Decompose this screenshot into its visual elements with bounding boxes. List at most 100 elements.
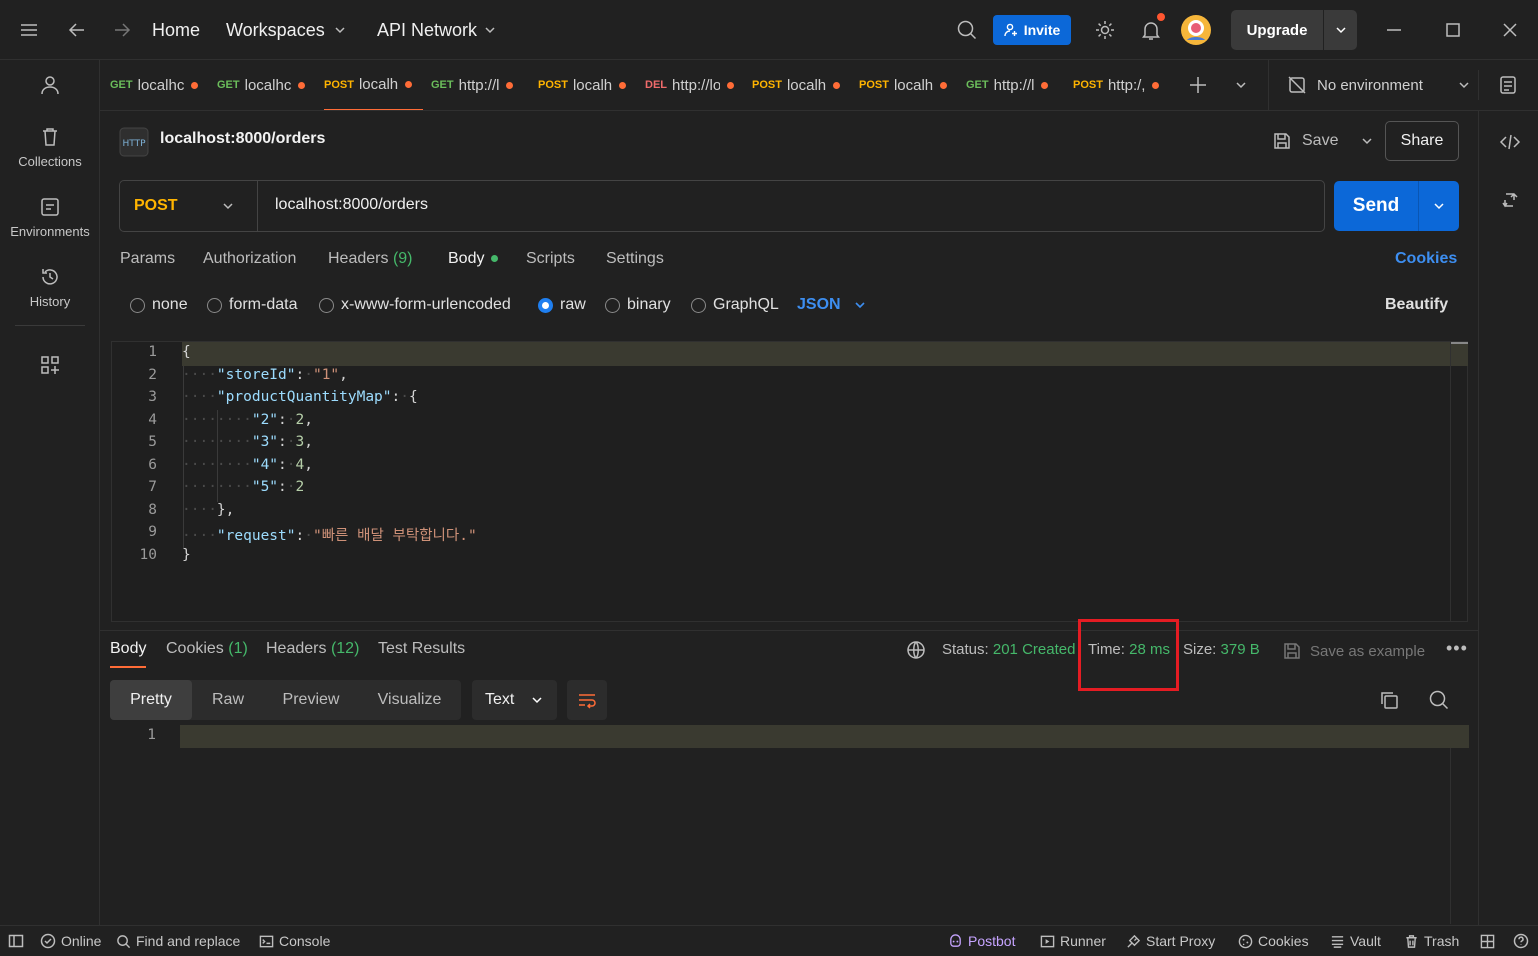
tabs-overflow-chevron-icon[interactable]	[1234, 78, 1248, 92]
save-as-example-button[interactable]: Save as example	[1282, 641, 1425, 661]
toggle-sidebar-icon[interactable]	[8, 926, 24, 956]
maximize-icon[interactable]	[1444, 0, 1462, 60]
json-key: "2"	[251, 412, 279, 428]
tab-body[interactable]: Body	[448, 250, 498, 268]
tab-params[interactable]: Params	[120, 250, 175, 268]
console-button[interactable]: Console	[259, 926, 330, 956]
gear-icon[interactable]	[1094, 0, 1116, 60]
new-tab-plus-icon[interactable]	[1188, 75, 1208, 95]
response-tab-test-results[interactable]: Test Results	[378, 640, 465, 658]
sidebar-item-collections[interactable]: Collections	[0, 126, 100, 169]
request-tab[interactable]: DEL http://lo	[645, 60, 744, 110]
code-line: ········"3":·3,	[182, 434, 313, 450]
tab-method: POST	[1073, 79, 1103, 91]
online-status[interactable]: Online	[40, 926, 101, 956]
tab-authorization[interactable]: Authorization	[203, 250, 296, 268]
request-tab[interactable]: POST localh	[324, 60, 423, 110]
trash-can-icon	[43, 128, 57, 146]
radio-graphql[interactable]: GraphQL	[691, 296, 779, 314]
request-tab[interactable]: POST localh	[752, 60, 851, 110]
request-tab[interactable]: GET http://l	[966, 60, 1065, 110]
response-tab-headers[interactable]: Headers (12)	[266, 640, 359, 658]
runner-button[interactable]: Runner	[1040, 926, 1106, 956]
search-icon[interactable]	[956, 0, 978, 60]
request-tab[interactable]: GET localhc	[217, 60, 316, 110]
forward-arrow-icon[interactable]	[111, 0, 133, 60]
view-raw[interactable]: Raw	[192, 680, 264, 720]
home-link[interactable]: Home	[152, 0, 200, 60]
upgrade-button[interactable]: Upgrade	[1231, 10, 1357, 50]
postbot-button[interactable]: Postbot	[948, 926, 1015, 956]
send-button[interactable]: Send	[1334, 181, 1459, 231]
cookies-link[interactable]: Cookies	[1395, 250, 1457, 268]
save-button[interactable]: Save	[1272, 124, 1374, 158]
api-network-menu[interactable]: API Network	[377, 0, 497, 60]
radio-binary[interactable]: binary	[605, 296, 671, 314]
sidebar-item-environments[interactable]: Environments	[0, 196, 100, 239]
request-tab[interactable]: POST localh	[538, 60, 637, 110]
raw-language-select[interactable]: JSON	[797, 296, 867, 314]
apps-icon[interactable]	[0, 354, 100, 376]
request-body-editor[interactable]: 1 { 2 ····"storeId":·"1", 3 ····"productQua…	[111, 341, 1468, 622]
chevron-down-icon[interactable]	[1324, 23, 1357, 37]
avatar[interactable]	[1180, 0, 1212, 60]
response-format-select[interactable]: Text	[472, 680, 557, 720]
response-tab-cookies[interactable]: Cookies (1)	[166, 640, 248, 658]
sidebar-item-history[interactable]: History	[0, 266, 100, 309]
save-icon	[1274, 133, 1290, 149]
copy-icon[interactable]	[1378, 689, 1400, 711]
workspaces-menu[interactable]: Workspaces	[226, 0, 347, 60]
trash-button[interactable]: Trash	[1404, 926, 1459, 956]
find-replace-button[interactable]: Find and replace	[116, 926, 240, 956]
radio-none[interactable]: none	[130, 296, 188, 314]
share-button[interactable]: Share	[1385, 121, 1459, 161]
beautify-link[interactable]: Beautify	[1385, 296, 1448, 314]
account-icon[interactable]	[0, 74, 100, 96]
size-meta[interactable]: Size: 379 B	[1183, 641, 1260, 658]
start-proxy-button[interactable]: Start Proxy	[1126, 926, 1215, 956]
environment-selector[interactable]: No environment	[1268, 60, 1478, 110]
history-icon	[42, 269, 58, 285]
more-options-icon[interactable]: •••	[1446, 638, 1468, 659]
request-title[interactable]: localhost:8000/orders	[160, 130, 325, 148]
chevron-down-icon[interactable]	[1360, 134, 1374, 148]
help-icon[interactable]	[1513, 926, 1529, 956]
api-spec-icon[interactable]	[1498, 75, 1518, 95]
bell-icon[interactable]	[1140, 0, 1165, 60]
tab-scripts[interactable]: Scripts	[526, 250, 575, 268]
invite-button[interactable]: Invite	[993, 15, 1071, 45]
view-visualize[interactable]: Visualize	[358, 680, 461, 720]
response-tab-body[interactable]: Body	[110, 640, 147, 668]
minimize-icon[interactable]	[1385, 0, 1403, 60]
globe-icon[interactable]	[906, 640, 926, 660]
view-preview[interactable]: Preview	[264, 680, 358, 720]
request-tab[interactable]: POST localh	[859, 60, 958, 110]
code-snippet-icon[interactable]	[1499, 131, 1521, 153]
code-line: ········"4":·4,	[182, 457, 313, 473]
radio-label: none	[152, 296, 188, 313]
menu-icon[interactable]	[18, 0, 40, 60]
two-pane-icon[interactable]	[1480, 926, 1495, 956]
wrap-lines-icon[interactable]	[567, 680, 607, 720]
status-meta[interactable]: Status: 201 Created	[942, 641, 1075, 658]
search-icon[interactable]	[1428, 689, 1450, 711]
scrollbar-thumb[interactable]	[1450, 342, 1468, 344]
close-icon[interactable]	[1501, 0, 1519, 60]
vault-button[interactable]: Vault	[1330, 926, 1381, 956]
radio-raw[interactable]: raw	[538, 296, 586, 314]
request-tab[interactable]: GET localhc	[110, 60, 209, 110]
check-circle-icon	[40, 933, 56, 949]
related-requests-icon[interactable]	[1501, 191, 1519, 209]
tab-settings[interactable]: Settings	[606, 250, 664, 268]
request-tab[interactable]: POST http:/,	[1073, 60, 1172, 110]
url-input[interactable]: localhost:8000/orders	[275, 196, 428, 214]
tab-headers[interactable]: Headers (9)	[328, 250, 413, 268]
radio-form-data[interactable]: form-data	[207, 296, 297, 314]
back-arrow-icon[interactable]	[66, 0, 88, 60]
radio-urlencoded[interactable]: x-www-form-urlencoded	[319, 296, 511, 314]
view-pretty[interactable]: Pretty	[110, 680, 192, 720]
cookies-button[interactable]: Cookies	[1238, 926, 1309, 956]
chevron-down-icon[interactable]	[1419, 199, 1459, 213]
request-tab[interactable]: GET http://l	[431, 60, 530, 110]
method-select[interactable]: POST	[120, 181, 258, 231]
